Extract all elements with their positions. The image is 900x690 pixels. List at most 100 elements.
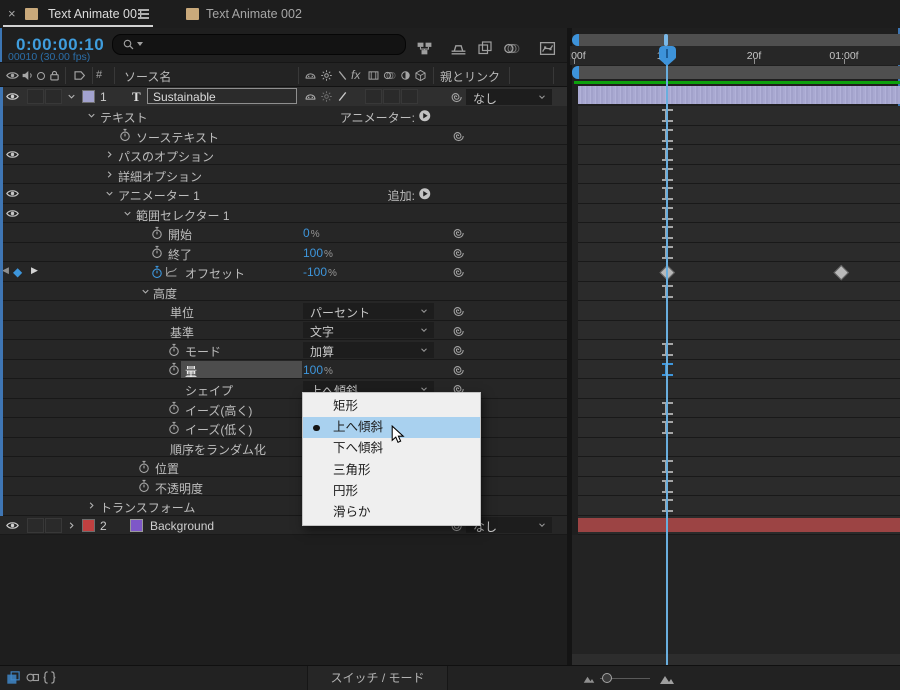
panel-menu-icon[interactable] bbox=[138, 9, 149, 19]
menu-item-ramp-down[interactable]: 下へ傾斜 bbox=[303, 438, 480, 459]
timeline-row[interactable] bbox=[578, 496, 900, 516]
parent-dropdown[interactable]: なし bbox=[466, 88, 552, 106]
audio-toggle-box[interactable] bbox=[27, 89, 44, 104]
graph-toggle-icon[interactable] bbox=[165, 265, 178, 278]
property-row-ease-low[interactable]: イーズ(低く) bbox=[0, 418, 570, 438]
property-row-based-on[interactable]: 基準 文字 bbox=[0, 320, 570, 341]
adjustment-layer-column-icon[interactable] bbox=[399, 69, 412, 82]
label-color-chip[interactable] bbox=[82, 90, 95, 103]
eye-icon[interactable] bbox=[6, 90, 19, 103]
layer-bar-background[interactable] bbox=[578, 517, 900, 532]
layer-name-field[interactable]: Sustainable bbox=[147, 88, 297, 104]
solo-toggle-box[interactable] bbox=[45, 89, 62, 104]
quality-column-icon[interactable] bbox=[336, 69, 349, 82]
property-pickwhip-icon[interactable] bbox=[452, 265, 465, 278]
zoom-slider-knob[interactable] bbox=[602, 673, 612, 683]
layer-name[interactable]: Background bbox=[150, 519, 214, 533]
property-value[interactable]: 100% bbox=[303, 246, 333, 260]
timeline-row[interactable] bbox=[578, 165, 900, 184]
shy-toggle-icon[interactable] bbox=[304, 90, 317, 103]
time-ruler[interactable]: 0:00f 10f 20f 01:00f bbox=[570, 45, 900, 65]
stopwatch-icon[interactable] bbox=[137, 479, 151, 493]
property-pickwhip-icon[interactable] bbox=[452, 304, 465, 317]
property-label[interactable]: 量 bbox=[185, 363, 197, 380]
transfer-controls-icon[interactable] bbox=[25, 670, 40, 685]
property-label[interactable]: トランスフォーム bbox=[100, 499, 195, 516]
expander-icon[interactable] bbox=[140, 286, 151, 297]
keyframe-next-icon[interactable]: ▶ bbox=[31, 266, 38, 276]
expander-icon[interactable] bbox=[66, 91, 77, 102]
property-label[interactable]: 終了 bbox=[168, 246, 192, 263]
horizontal-scrollbar[interactable] bbox=[572, 654, 900, 665]
property-label[interactable]: イーズ(高く) bbox=[185, 402, 252, 419]
label-color-chip[interactable] bbox=[82, 518, 95, 532]
3d-layer-box[interactable] bbox=[401, 89, 418, 104]
stopwatch-icon[interactable] bbox=[150, 226, 164, 240]
property-pickwhip-icon[interactable] bbox=[452, 246, 465, 259]
property-row-text[interactable]: テキスト アニメーター: bbox=[0, 106, 570, 126]
work-area-start-handle[interactable] bbox=[572, 66, 579, 79]
eye-icon[interactable] bbox=[6, 187, 19, 200]
layer-row-background[interactable]: 2 Background なし bbox=[0, 515, 570, 535]
property-row-end[interactable]: 終了 100% bbox=[0, 242, 570, 263]
property-row-path-options[interactable]: パスのオプション bbox=[0, 145, 570, 165]
zoom-out-mountain-icon[interactable] bbox=[583, 673, 595, 685]
timeline-row[interactable] bbox=[578, 106, 900, 126]
stopwatch-icon[interactable] bbox=[167, 343, 181, 357]
timeline-row[interactable] bbox=[578, 321, 900, 340]
solo-toggle-box[interactable] bbox=[45, 517, 62, 533]
layer-row-sustainable[interactable]: 1 T Sustainable なし bbox=[0, 87, 570, 107]
timeline-row[interactable] bbox=[578, 379, 900, 399]
tab-text-animate-002[interactable]: Text Animate 002 bbox=[206, 7, 302, 21]
current-time-indicator-line[interactable] bbox=[666, 64, 668, 665]
property-row-randomize-order[interactable]: 順序をランダム化 bbox=[0, 437, 570, 457]
collapse-transformations-icon[interactable] bbox=[320, 69, 333, 82]
stopwatch-icon[interactable] bbox=[150, 245, 164, 259]
add-menu-button[interactable] bbox=[418, 109, 432, 123]
switches-modes-button[interactable]: スイッチ / モード bbox=[307, 666, 448, 690]
property-label[interactable]: 単位 bbox=[170, 304, 194, 321]
property-row-opacity[interactable]: 不透明度 bbox=[0, 476, 570, 496]
stopwatch-icon[interactable] bbox=[167, 401, 181, 415]
stopwatch-icon[interactable] bbox=[150, 265, 164, 279]
property-label[interactable]: イーズ(低く) bbox=[185, 421, 252, 438]
property-dropdown[interactable]: 文字 bbox=[303, 322, 434, 339]
navigator-start-handle[interactable] bbox=[572, 33, 579, 46]
property-dropdown[interactable]: パーセント bbox=[303, 302, 434, 320]
timeline-row[interactable] bbox=[578, 262, 900, 282]
property-label[interactable]: アニメーター 1 bbox=[118, 187, 200, 204]
frame-blend-column-icon[interactable] bbox=[367, 69, 380, 82]
menu-item-triangle[interactable]: 三角形 bbox=[303, 460, 480, 481]
property-label[interactable]: パスのオプション bbox=[118, 148, 214, 165]
3d-layer-column-icon[interactable] bbox=[414, 69, 427, 82]
quality-toggle-icon[interactable] bbox=[336, 90, 349, 103]
timeline-row[interactable] bbox=[578, 457, 900, 477]
expander-icon[interactable] bbox=[66, 520, 77, 531]
property-row-start[interactable]: 開始 0% bbox=[0, 223, 570, 243]
timeline-row[interactable] bbox=[578, 126, 900, 145]
timeline-row[interactable] bbox=[578, 438, 900, 457]
eye-icon[interactable] bbox=[6, 148, 19, 161]
in-out-duration-icon[interactable] bbox=[42, 670, 57, 685]
parent-pickwhip-icon[interactable] bbox=[450, 90, 463, 103]
expander-icon[interactable] bbox=[104, 149, 115, 160]
property-pickwhip-icon[interactable] bbox=[452, 343, 465, 356]
layer-bar-sustainable[interactable] bbox=[578, 85, 900, 104]
property-label[interactable]: 基準 bbox=[170, 324, 194, 341]
playhead-marker[interactable] bbox=[658, 46, 676, 59]
stopwatch-icon[interactable] bbox=[137, 460, 151, 474]
close-tab-icon[interactable]: × bbox=[8, 6, 16, 21]
property-row-more-options[interactable]: 詳細オプション bbox=[0, 164, 570, 184]
property-row-advanced[interactable]: 高度 bbox=[0, 281, 570, 301]
stopwatch-icon[interactable] bbox=[167, 421, 181, 435]
frame-blending-icon[interactable] bbox=[477, 40, 493, 56]
property-row-ease-high[interactable]: イーズ(高く) bbox=[0, 398, 570, 419]
zoom-in-mountain-icon[interactable] bbox=[659, 671, 675, 687]
frame-blend-box[interactable] bbox=[365, 89, 382, 104]
property-row-position[interactable]: 位置 bbox=[0, 457, 570, 477]
motion-blur-icon[interactable] bbox=[503, 40, 520, 57]
eye-icon[interactable] bbox=[6, 519, 19, 532]
label-column-tag-icon[interactable] bbox=[73, 69, 86, 82]
draft-3d-icon[interactable] bbox=[450, 40, 467, 57]
property-label[interactable]: 開始 bbox=[168, 226, 192, 243]
